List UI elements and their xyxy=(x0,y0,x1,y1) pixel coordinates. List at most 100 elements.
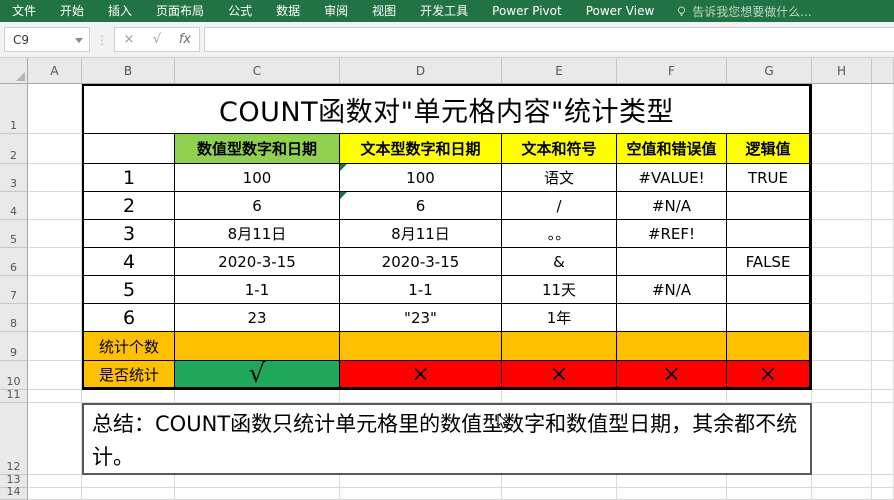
column-header-g[interactable]: G xyxy=(727,58,812,84)
cell-C10-check[interactable]: √ xyxy=(175,361,340,388)
empty-grid-cell[interactable] xyxy=(872,276,894,304)
row-header-7[interactable]: 7 xyxy=(0,276,28,304)
column-header-b[interactable]: B xyxy=(82,58,175,84)
cell-E8[interactable]: 1年 xyxy=(502,304,617,332)
cell-D4[interactable]: 6 xyxy=(340,192,502,220)
cell-E10-cross[interactable]: × xyxy=(502,361,617,388)
cell-F9[interactable] xyxy=(617,332,727,361)
cell-B3[interactable]: 1 xyxy=(84,164,175,192)
empty-grid-cell[interactable] xyxy=(617,488,727,500)
empty-grid-cell[interactable] xyxy=(28,488,82,500)
empty-grid-cell[interactable] xyxy=(812,390,872,403)
cell-D9[interactable] xyxy=(340,332,502,361)
empty-grid-cell[interactable] xyxy=(812,84,872,134)
column-header-c[interactable]: C xyxy=(175,58,340,84)
empty-grid-cell[interactable] xyxy=(28,276,82,304)
cell-D10-cross[interactable]: × xyxy=(340,361,502,388)
row-header-1[interactable]: 1 xyxy=(0,84,28,134)
empty-grid-cell[interactable] xyxy=(82,475,175,488)
empty-grid-cell[interactable] xyxy=(872,403,894,475)
row-header-5[interactable]: 5 xyxy=(0,220,28,248)
name-box[interactable]: C9 xyxy=(4,27,90,52)
header-cell-text-num[interactable]: 文本型数字和日期 xyxy=(340,134,502,164)
empty-grid-cell[interactable] xyxy=(502,488,617,500)
empty-grid-cell[interactable] xyxy=(872,84,894,134)
empty-grid-cell[interactable] xyxy=(82,488,175,500)
check-row-label[interactable]: 是否统计 xyxy=(84,361,175,388)
row-header-3[interactable]: 3 xyxy=(0,164,28,192)
empty-grid-cell[interactable] xyxy=(340,475,502,488)
empty-grid-cell[interactable] xyxy=(812,276,872,304)
empty-grid-cell[interactable] xyxy=(872,164,894,192)
empty-grid-cell[interactable] xyxy=(28,332,82,361)
empty-grid-cell[interactable] xyxy=(28,192,82,220)
empty-grid-cell[interactable] xyxy=(28,361,82,390)
empty-grid-cell[interactable] xyxy=(812,403,872,475)
ribbon-tab-insert[interactable]: 插入 xyxy=(96,0,144,22)
row-header-12[interactable]: 12 xyxy=(0,403,28,475)
formula-input[interactable] xyxy=(204,27,894,52)
ribbon-tab-developer[interactable]: 开发工具 xyxy=(408,0,480,22)
empty-grid-cell[interactable] xyxy=(28,248,82,276)
empty-grid-cell[interactable] xyxy=(872,488,894,500)
table-title-cell[interactable]: COUNT函数对"单元格内容"统计类型 xyxy=(84,86,810,134)
empty-grid-cell[interactable] xyxy=(812,220,872,248)
empty-grid-cell[interactable] xyxy=(82,390,175,403)
cell-E7[interactable]: 11天 xyxy=(502,276,617,304)
empty-grid-cell[interactable] xyxy=(28,84,82,134)
row-header-14[interactable]: 14 xyxy=(0,488,28,500)
cell-G10-cross[interactable]: × xyxy=(727,361,810,388)
empty-grid-cell[interactable] xyxy=(872,475,894,488)
row-header-9[interactable]: 9 xyxy=(0,332,28,361)
cell-G8[interactable] xyxy=(727,304,810,332)
cell-C6[interactable]: 2020-3-15 xyxy=(175,248,340,276)
cell-D5[interactable]: 8月11日 xyxy=(340,220,502,248)
ribbon-tab-page-layout[interactable]: 页面布局 xyxy=(144,0,216,22)
empty-grid-cell[interactable] xyxy=(28,390,82,403)
header-cell-blank-error[interactable]: 空值和错误值 xyxy=(617,134,727,164)
cell-F3[interactable]: #VALUE! xyxy=(617,164,727,192)
empty-grid-cell[interactable] xyxy=(340,390,502,403)
cell-E5[interactable]: 。。 xyxy=(502,220,617,248)
cell-E4[interactable]: / xyxy=(502,192,617,220)
empty-grid-cell[interactable] xyxy=(812,248,872,276)
empty-grid-cell[interactable] xyxy=(28,220,82,248)
empty-grid-cell[interactable] xyxy=(812,475,872,488)
cell-E3[interactable]: 语文 xyxy=(502,164,617,192)
empty-grid-cell[interactable] xyxy=(872,192,894,220)
ribbon-tab-file[interactable]: 文件 xyxy=(0,0,48,22)
empty-grid-cell[interactable] xyxy=(872,390,894,403)
cell-F7[interactable]: #N/A xyxy=(617,276,727,304)
cell-C8[interactable]: 23 xyxy=(175,304,340,332)
cell-B2[interactable] xyxy=(84,134,175,164)
empty-grid-cell[interactable] xyxy=(872,361,894,390)
empty-grid-cell[interactable] xyxy=(872,220,894,248)
cell-C5[interactable]: 8月11日 xyxy=(175,220,340,248)
cell-F8[interactable] xyxy=(617,304,727,332)
empty-grid-cell[interactable] xyxy=(812,192,872,220)
cancel-button[interactable]: × xyxy=(115,32,143,47)
empty-grid-cell[interactable] xyxy=(812,164,872,192)
cell-B4[interactable]: 2 xyxy=(84,192,175,220)
header-cell-numeric[interactable]: 数值型数字和日期 xyxy=(175,134,340,164)
empty-grid-cell[interactable] xyxy=(812,304,872,332)
ribbon-tab-home[interactable]: 开始 xyxy=(48,0,96,22)
cell-B8[interactable]: 6 xyxy=(84,304,175,332)
row-header-8[interactable]: 8 xyxy=(0,304,28,332)
cell-G6[interactable]: FALSE xyxy=(727,248,810,276)
insert-function-button[interactable]: fx xyxy=(171,32,199,47)
cell-G9[interactable] xyxy=(727,332,810,361)
enter-button[interactable]: √ xyxy=(143,32,171,47)
cell-D8[interactable]: "23" xyxy=(340,304,502,332)
empty-grid-cell[interactable] xyxy=(872,304,894,332)
empty-grid-cell[interactable] xyxy=(812,134,872,164)
cell-G4[interactable] xyxy=(727,192,810,220)
empty-grid-cell[interactable] xyxy=(175,390,340,403)
select-all-corner[interactable] xyxy=(0,58,28,84)
empty-grid-cell[interactable] xyxy=(617,390,727,403)
empty-grid-cell[interactable] xyxy=(872,248,894,276)
empty-grid-cell[interactable] xyxy=(502,390,617,403)
ribbon-tab-power-pivot[interactable]: Power Pivot xyxy=(480,0,574,22)
cell-F10-cross[interactable]: × xyxy=(617,361,727,388)
cell-C4[interactable]: 6 xyxy=(175,192,340,220)
